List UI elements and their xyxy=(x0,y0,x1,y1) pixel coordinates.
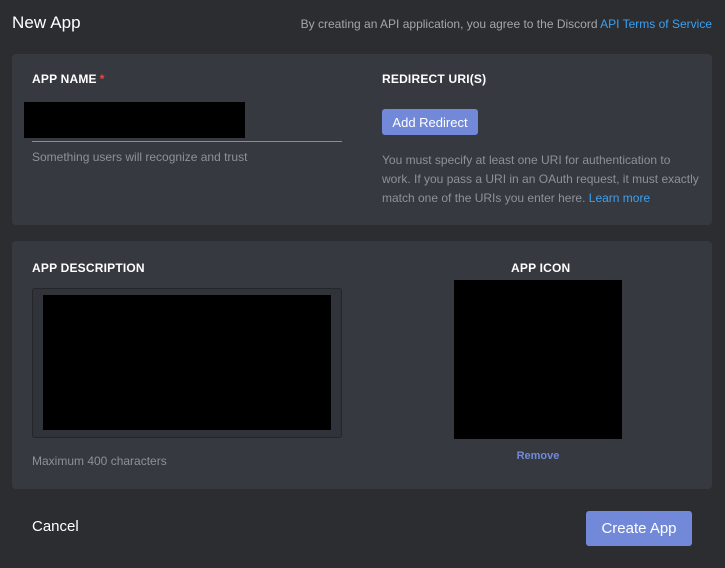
app-icon-label: APP ICON xyxy=(511,261,571,275)
app-name-hint: Something users will recognize and trust xyxy=(32,150,248,164)
terms-notice: By creating an API application, you agre… xyxy=(301,17,712,31)
app-name-field xyxy=(24,100,342,142)
app-name-input[interactable] xyxy=(24,102,245,138)
new-app-page: New App By creating an API application, … xyxy=(0,0,725,568)
app-details-card: APP DESCRIPTION Maximum 400 characters A… xyxy=(12,241,712,489)
app-description-label: APP DESCRIPTION xyxy=(32,261,145,275)
add-redirect-button[interactable]: Add Redirect xyxy=(382,109,478,135)
create-app-button[interactable]: Create App xyxy=(586,511,692,546)
terms-notice-text: By creating an API application, you agre… xyxy=(300,17,601,31)
learn-more-link[interactable]: Learn more xyxy=(589,191,650,205)
page-title: New App xyxy=(12,13,81,32)
redirect-uris-label: REDIRECT URI(S) xyxy=(382,72,487,86)
redirect-help-body: You must specify at least one URI for au… xyxy=(382,153,699,205)
description-hint: Maximum 400 characters xyxy=(32,454,167,468)
required-marker: * xyxy=(99,72,105,86)
app-name-label: APP NAME * xyxy=(32,72,105,86)
remove-icon-link[interactable]: Remove xyxy=(454,450,622,462)
cancel-button[interactable]: Cancel xyxy=(32,518,79,535)
app-icon-image[interactable] xyxy=(454,280,622,439)
app-settings-card: APP NAME * Something users will recognize… xyxy=(12,54,712,225)
api-terms-link[interactable]: API Terms of Service xyxy=(600,17,712,31)
redirect-help-text: You must specify at least one URI for au… xyxy=(382,151,700,208)
app-description-field xyxy=(32,288,342,438)
app-description-input[interactable] xyxy=(43,295,331,430)
app-name-label-text: APP NAME xyxy=(32,72,97,86)
